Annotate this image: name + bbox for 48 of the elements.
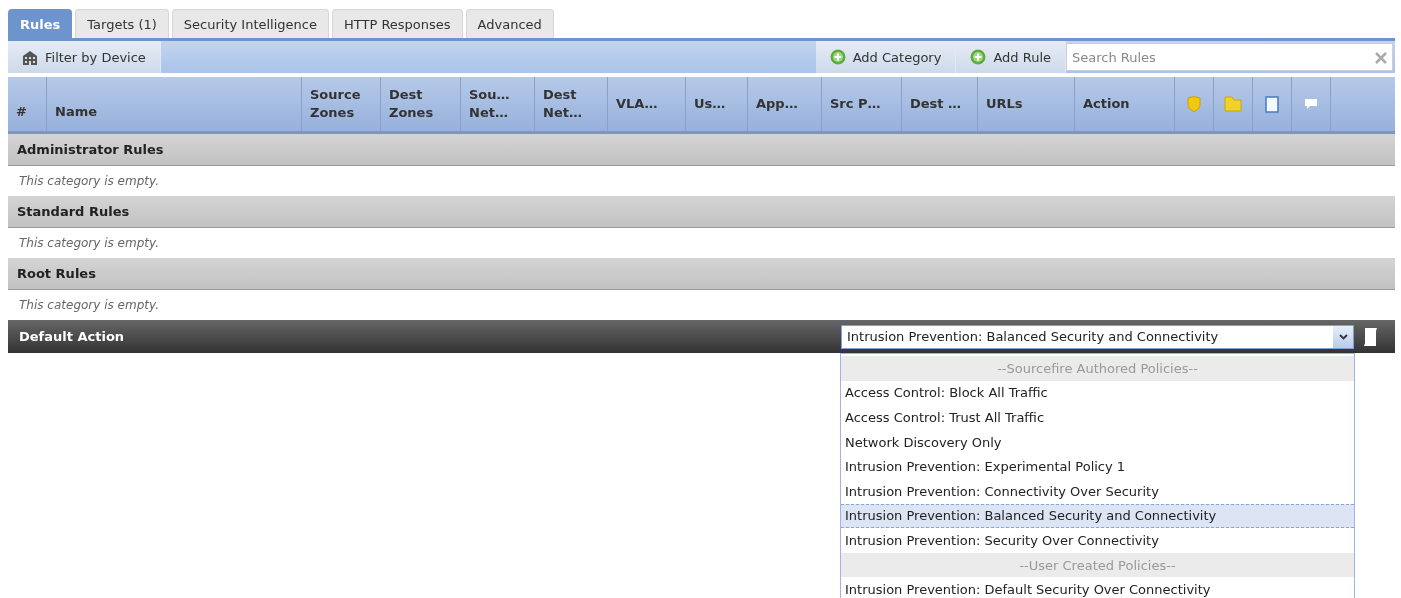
- add-button[interactable]: Add Category: [815, 41, 957, 73]
- section-title: Default Action: [19, 329, 126, 344]
- column-header[interactable]: App…: [748, 77, 822, 131]
- add-button[interactable]: Add Rule: [956, 41, 1066, 73]
- empty-message: This category is empty.: [19, 298, 159, 312]
- dropdown-option[interactable]: Intrusion Prevention: Default Security Over Connectivity: [841, 577, 1354, 598]
- column-header[interactable]: Source Zones: [302, 77, 381, 131]
- dropdown-option[interactable]: Access Control: Block All Traffic: [841, 380, 1354, 406]
- column-header[interactable]: Us…: [686, 77, 748, 131]
- dropdown-option[interactable]: Intrusion Prevention: Connectivity Over Security: [841, 478, 1354, 504]
- column-header[interactable]: Src P…: [822, 77, 902, 131]
- column-header[interactable]: #: [8, 77, 47, 131]
- plus-icon: [829, 49, 846, 65]
- dropdown-option[interactable]: Network Discovery Only: [841, 429, 1354, 455]
- column-header[interactable]: Dest …: [902, 77, 978, 131]
- column-header[interactable]: Dest Net…: [535, 77, 608, 131]
- caret-icon: [1338, 333, 1348, 340]
- category-title: Standard Rules: [17, 204, 130, 219]
- empty-message: This category is empty.: [19, 174, 159, 188]
- column-header[interactable]: VLA…: [608, 77, 686, 131]
- building-icon: [22, 49, 38, 65]
- dropdown-option[interactable]: Intrusion Prevention: Balanced Security and Connectivity: [841, 503, 1354, 529]
- column-header[interactable]: Action: [1075, 77, 1175, 131]
- tab[interactable]: HTTP Responses: [332, 9, 463, 38]
- default-action-select[interactable]: Intrusion Prevention: Balanced Security and Connectivity: [841, 324, 1354, 349]
- document-icon[interactable]: [1362, 326, 1380, 347]
- option-group-label: --Sourcefire Authored Policies--: [841, 356, 1354, 381]
- category-title: Administrator Rules: [17, 142, 164, 157]
- column-header[interactable]: Name: [47, 77, 302, 131]
- column-header[interactable]: Dest Zones: [381, 77, 461, 131]
- option-group-label: --User Created Policies--: [841, 552, 1354, 578]
- plus-icon: [970, 49, 987, 65]
- empty-message: This category is empty.: [19, 236, 159, 250]
- column-header[interactable]: URLs: [978, 77, 1075, 131]
- document-icon: [1264, 95, 1280, 113]
- filter-by-device-button[interactable]: Filter by Device: [8, 41, 161, 73]
- folder-icon: [1224, 96, 1242, 112]
- shield-icon: [1187, 96, 1201, 112]
- dropdown-option[interactable]: Access Control: Trust All Traffic: [841, 405, 1354, 430]
- column-header[interactable]: Sou… Net…: [461, 77, 535, 131]
- dropdown-option[interactable]: Intrusion Prevention: Security Over Connectivity: [841, 528, 1354, 553]
- tab[interactable]: Targets (1): [75, 9, 169, 38]
- tab[interactable]: Advanced: [465, 9, 554, 38]
- comment-icon: [1304, 98, 1318, 110]
- dropdown-option[interactable]: Intrusion Prevention: Experimental Policy 1: [841, 454, 1354, 479]
- category-title: Root Rules: [17, 266, 96, 281]
- search-field[interactable]: Search Rules: [1066, 43, 1393, 71]
- tab[interactable]: Security Intelligence: [171, 9, 329, 38]
